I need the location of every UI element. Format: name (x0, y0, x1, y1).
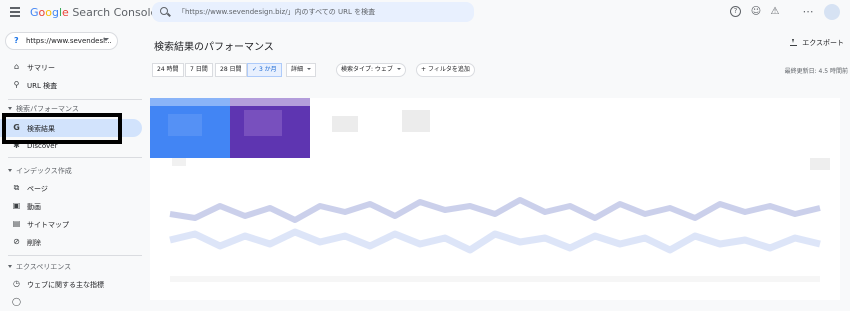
property-selector[interactable]: ? https://www.sevendesi... (5, 32, 118, 50)
speed-icon: ◷ (13, 279, 20, 288)
last-updated: 最終更新日: 4.5 時間前 (784, 68, 848, 75)
notifications-icon[interactable]: ⚠ (767, 4, 783, 20)
range-chip-7d[interactable]: 7 日間 (185, 63, 213, 77)
header-actions: ? ☺ ⚠ ⋯ (730, 4, 850, 20)
pages-icon: ⧉ (13, 183, 20, 192)
chevron-down-icon (8, 169, 12, 172)
url-inspection-search[interactable]: 「https://www.sevendesign.biz/」内のすべての URL… (152, 2, 474, 22)
metric-clicks-tile[interactable] (150, 98, 230, 158)
performance-card (150, 98, 840, 300)
property-icon: ? (14, 36, 19, 45)
sidebar-item-label: 削除 (27, 239, 41, 247)
search-icon: ⚲ (13, 80, 20, 89)
section-experience[interactable]: エクスペリエンス (8, 262, 71, 272)
sidebar-item-video[interactable]: ▣ 動画 (0, 197, 142, 215)
main-content: 検索結果のパフォーマンス エクスポート 24 時間 7 日間 28 日間 ✓ 3… (150, 26, 850, 300)
section-index[interactable]: インデックス作成 (8, 166, 72, 176)
product-name: Search Console (72, 6, 158, 19)
sidebar-item-label: 動画 (27, 203, 41, 211)
sidebar-item-label: ウェブに関する主な指標 (27, 281, 104, 289)
metric-impressions-tile[interactable] (230, 98, 310, 158)
sidebar-item-next[interactable]: ◯ (0, 293, 142, 311)
blurred-strip (150, 98, 230, 106)
blurred-strip (230, 98, 310, 106)
search-type-dropdown[interactable]: 検索タイプ: ウェブ (336, 63, 406, 77)
metric-position-tile[interactable] (390, 98, 470, 158)
highlight-annotation (2, 113, 122, 144)
help-icon[interactable]: ? (730, 6, 741, 17)
divider (8, 255, 142, 256)
search-type-label: 検索タイプ: ウェブ (341, 66, 393, 73)
export-label: エクスポート (802, 39, 844, 47)
range-chip-3m[interactable]: ✓ 3 か月 (247, 63, 282, 77)
sidebar-item-label: サマリー (27, 64, 55, 72)
section-label: 検索パフォーマンス (16, 105, 79, 113)
chevron-down-icon (396, 68, 401, 70)
section-label: インデックス作成 (16, 167, 72, 175)
sidebar: ? https://www.sevendesi... ⌂ サマリー ⚲ URL … (0, 26, 150, 306)
blurred-gridband (170, 276, 820, 282)
range-chip-28d[interactable]: 28 日間 (215, 63, 247, 77)
blurred-value (244, 110, 282, 136)
add-filter-button[interactable]: + フィルタを追加 (416, 63, 475, 77)
https-icon: ◯ (12, 297, 21, 306)
divider (8, 157, 142, 158)
home-icon: ⌂ (13, 62, 20, 71)
chevron-down-icon (103, 38, 109, 41)
sidebar-item-pages[interactable]: ⧉ ページ (0, 179, 142, 197)
video-icon: ▣ (12, 201, 21, 210)
blurred-value (168, 114, 202, 136)
sidebar-item-url-inspection[interactable]: ⚲ URL 検査 (0, 76, 142, 94)
metric-ctr-tile[interactable] (310, 98, 390, 158)
users-icon[interactable]: ☺ (748, 4, 764, 20)
detail-label: 詳細 (291, 66, 304, 73)
menu-icon[interactable] (10, 7, 20, 17)
google-wordmark: Google (30, 6, 69, 19)
page-title: 検索結果のパフォーマンス (154, 42, 274, 53)
sitemap-icon: ▤ (12, 219, 21, 228)
range-chip-label: 3 か月 (258, 66, 277, 73)
search-icon (160, 7, 168, 15)
performance-chart (169, 197, 821, 282)
divider (8, 99, 142, 100)
top-bar: Google Search Console 「https://www.seven… (0, 0, 850, 26)
sidebar-item-label: URL 検査 (27, 82, 58, 90)
sidebar-item-sitemaps[interactable]: ▤ サイトマップ (0, 215, 142, 233)
sidebar-item-core-web-vitals[interactable]: ◷ ウェブに関する主な指標 (0, 275, 142, 293)
account-avatar[interactable] (824, 4, 840, 20)
sidebar-item-label: ページ (27, 185, 48, 193)
section-label: エクスペリエンス (16, 263, 72, 271)
apps-icon[interactable]: ⋯ (800, 4, 816, 20)
download-icon (790, 39, 798, 46)
series-impressions-line (169, 228, 821, 254)
add-filter-label: フィルタを追加 (427, 66, 470, 73)
search-placeholder: 「https://www.sevendesign.biz/」内のすべての URL… (178, 8, 376, 16)
blurred-value (332, 116, 358, 132)
export-button[interactable]: エクスポート (790, 38, 844, 48)
search-console-logo[interactable]: Google Search Console (30, 6, 157, 19)
chevron-down-icon (8, 265, 12, 268)
blurred-value (402, 110, 430, 132)
range-chip-24h[interactable]: 24 時間 (152, 63, 184, 77)
sidebar-item-label: サイトマップ (27, 221, 69, 229)
property-url: https://www.sevendesi... (26, 37, 112, 45)
sidebar-item-removals[interactable]: ⊘ 削除 (0, 233, 142, 251)
removal-icon: ⊘ (13, 237, 20, 246)
detail-dropdown[interactable]: 詳細 (286, 63, 317, 77)
chevron-down-icon (8, 107, 12, 110)
series-clicks-line (169, 197, 821, 223)
chevron-down-icon (307, 68, 312, 70)
sidebar-item-summary[interactable]: ⌂ サマリー (0, 58, 142, 76)
